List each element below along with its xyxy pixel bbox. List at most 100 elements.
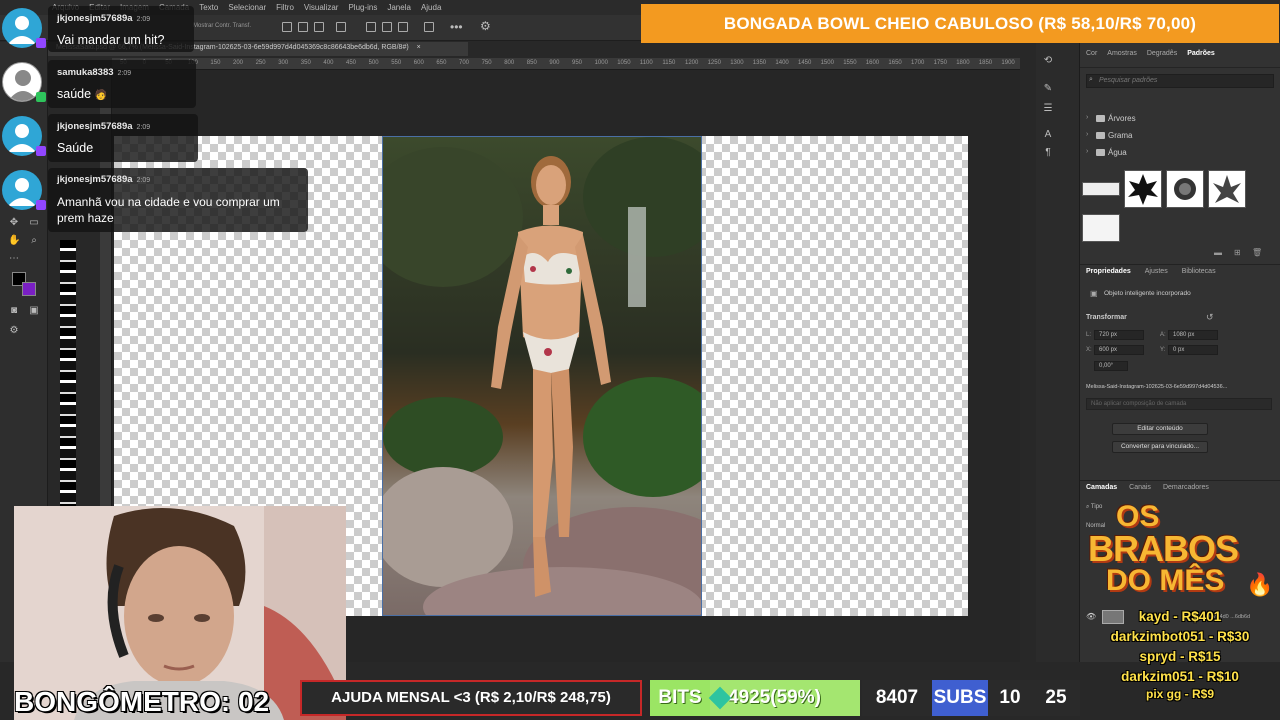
pattern-thumb-water[interactable] — [1082, 214, 1120, 242]
tab-paths[interactable]: Demarcadores — [1163, 484, 1209, 491]
edit-contents-button[interactable]: Editar conteúdo — [1112, 423, 1208, 435]
menu-help[interactable]: Ajuda — [421, 3, 441, 12]
y-value: 0 px — [1173, 347, 1185, 353]
align-bottom-icon[interactable] — [398, 22, 408, 32]
align-top-icon[interactable] — [366, 22, 376, 32]
plant-icon — [1174, 178, 1196, 200]
ruler-tick-label: 1750 — [933, 60, 947, 66]
tab-swatches[interactable]: Amostras — [1107, 50, 1137, 59]
pattern-thumb-leaf[interactable] — [1124, 170, 1162, 208]
x-value: 600 px — [1099, 347, 1118, 353]
distribute-vertical-icon[interactable] — [424, 22, 434, 32]
menu-type[interactable]: Texto — [199, 3, 218, 12]
ruler-tick-label: 1400 — [775, 60, 789, 66]
chat-username[interactable]: samuka8383 2:09 — [57, 67, 131, 78]
more-options-icon[interactable]: ••• — [450, 20, 463, 34]
paragraph-icon[interactable]: ¶ — [1042, 148, 1054, 158]
pattern-folder-water[interactable]: › Água — [1080, 144, 1280, 161]
ruler-tick-label: 250 — [255, 60, 266, 66]
pattern-thumb-plant[interactable] — [1166, 170, 1204, 208]
width-field[interactable]: 720 px — [1094, 330, 1144, 340]
gear-icon[interactable]: ⚙ — [480, 19, 491, 33]
pattern-folder-grass[interactable]: › Grama — [1080, 127, 1280, 144]
marquee-tool-icon[interactable]: ▭ — [28, 218, 40, 228]
tab-color[interactable]: Cor — [1086, 50, 1097, 59]
artboard-icon[interactable]: ⚙ — [8, 326, 20, 336]
panel-icon-strip: ⟲ ✎ ☰ A ¶ — [1036, 42, 1080, 662]
tab-layers[interactable]: Camadas — [1086, 484, 1117, 491]
chat-username[interactable]: jkjonesjm57689a 2:09 — [57, 121, 150, 132]
ruler-tick-label: 1500 — [820, 60, 834, 66]
align-left-icon[interactable] — [282, 22, 292, 32]
transform-controls-label[interactable]: Mostrar Contr. Transf. — [193, 23, 251, 29]
reset-icon[interactable]: ↺ — [1206, 312, 1214, 323]
tab-channels[interactable]: Canais — [1129, 484, 1151, 491]
pattern-thumb-succulent[interactable] — [1208, 170, 1246, 208]
ruler-tick-label: 1850 — [978, 60, 993, 66]
convert-to-linked-button[interactable]: Converter para vinculado... — [1112, 441, 1208, 453]
chevron-right-icon[interactable]: › — [1086, 148, 1088, 155]
chat-username[interactable]: jkjonesjm57689a 2:09 — [57, 13, 150, 24]
new-pattern-icon[interactable]: ⊞ — [1234, 248, 1241, 257]
brabos-title-line3: DO MÊS — [1106, 564, 1225, 597]
placed-photo[interactable] — [382, 136, 702, 616]
y-field[interactable]: 0 px — [1168, 345, 1218, 355]
align-middle-icon[interactable] — [382, 22, 392, 32]
menu-filter[interactable]: Filtro — [276, 3, 294, 12]
menu-view[interactable]: Visualizar — [304, 3, 339, 12]
leaf-icon — [1128, 174, 1158, 205]
menu-window[interactable]: Janela — [387, 3, 411, 12]
align-center-icon[interactable] — [298, 22, 308, 32]
brush-settings-icon[interactable]: ✎ — [1042, 84, 1054, 94]
tab-adjustments[interactable]: Ajustes — [1145, 268, 1168, 275]
subscriber-badge-icon — [36, 146, 46, 156]
hand-tool-icon[interactable]: ✋ — [8, 236, 20, 246]
menu-plugins[interactable]: Plug-ins — [348, 3, 377, 12]
username-text: jkjonesjm57689a — [57, 121, 133, 132]
angle-field[interactable]: 0,00° — [1094, 361, 1128, 371]
ruler-tick-label: 1900 — [1001, 60, 1015, 66]
emoji-icon: 🧑 — [94, 90, 107, 101]
adjust-icon[interactable]: ☰ — [1042, 104, 1054, 114]
menu-select[interactable]: Selecionar — [228, 3, 266, 12]
bits-label: BITS — [650, 680, 710, 716]
screen-mode-icon[interactable]: ▣ — [28, 306, 40, 316]
history-icon[interactable]: ⟲ — [1042, 56, 1054, 66]
height-field[interactable]: 1080 px — [1168, 330, 1218, 340]
top-donor-line: pix gg - R$9 — [1145, 687, 1214, 701]
quick-mask-icon[interactable]: ◙ — [8, 306, 20, 316]
zoom-tool-icon[interactable]: ⌕ — [28, 236, 40, 246]
tab-libraries[interactable]: Bibliotecas — [1182, 268, 1216, 275]
distribute-icon[interactable] — [336, 22, 346, 32]
bits-value: 4925(59%) — [728, 687, 821, 708]
tab-patterns[interactable]: Padrões — [1187, 50, 1215, 59]
edit-toolbar-icon[interactable]: ⋯ — [8, 254, 20, 264]
ruler-tick-label: 850 — [526, 60, 537, 66]
character-icon[interactable]: A — [1042, 130, 1054, 140]
new-folder-icon[interactable]: ▬ — [1214, 248, 1222, 257]
chevron-right-icon[interactable]: › — [1086, 131, 1088, 138]
tab-gradients[interactable]: Degradês — [1147, 50, 1177, 59]
move-tool-icon[interactable]: ✥ — [8, 218, 20, 228]
chat-username[interactable]: jkjonesjm57689a 2:09 — [57, 174, 150, 185]
close-icon[interactable]: × — [417, 44, 421, 51]
layer-comp-select[interactable]: Não aplicar composição de camada — [1086, 398, 1272, 410]
align-right-icon[interactable] — [314, 22, 324, 32]
pattern-folder-trees[interactable]: › Árvores — [1080, 110, 1280, 127]
trash-icon[interactable]: 🗑 — [1252, 248, 1262, 257]
username-text: samuka8383 — [57, 67, 114, 78]
x-label: X: — [1086, 347, 1092, 353]
x-field[interactable]: 600 px — [1094, 345, 1144, 355]
width-label: L: — [1086, 332, 1092, 338]
ruler-tick-label: 750 — [481, 60, 492, 66]
background-color-swatch[interactable] — [22, 282, 36, 296]
ruler-tick-label: 1050 — [617, 60, 631, 66]
fire-icon: 🔥 — [1246, 572, 1274, 597]
patterns-search-input[interactable]: ⌕ Pesquisar padrões — [1086, 74, 1274, 88]
ruler-tick-label: 1300 — [730, 60, 744, 66]
pattern-thumb[interactable] — [1082, 182, 1120, 196]
folder-label: Água — [1108, 148, 1127, 157]
chevron-right-icon[interactable]: › — [1086, 114, 1088, 121]
ruler-tick-label: 1350 — [752, 60, 767, 66]
tab-properties[interactable]: Propriedades — [1086, 268, 1131, 275]
